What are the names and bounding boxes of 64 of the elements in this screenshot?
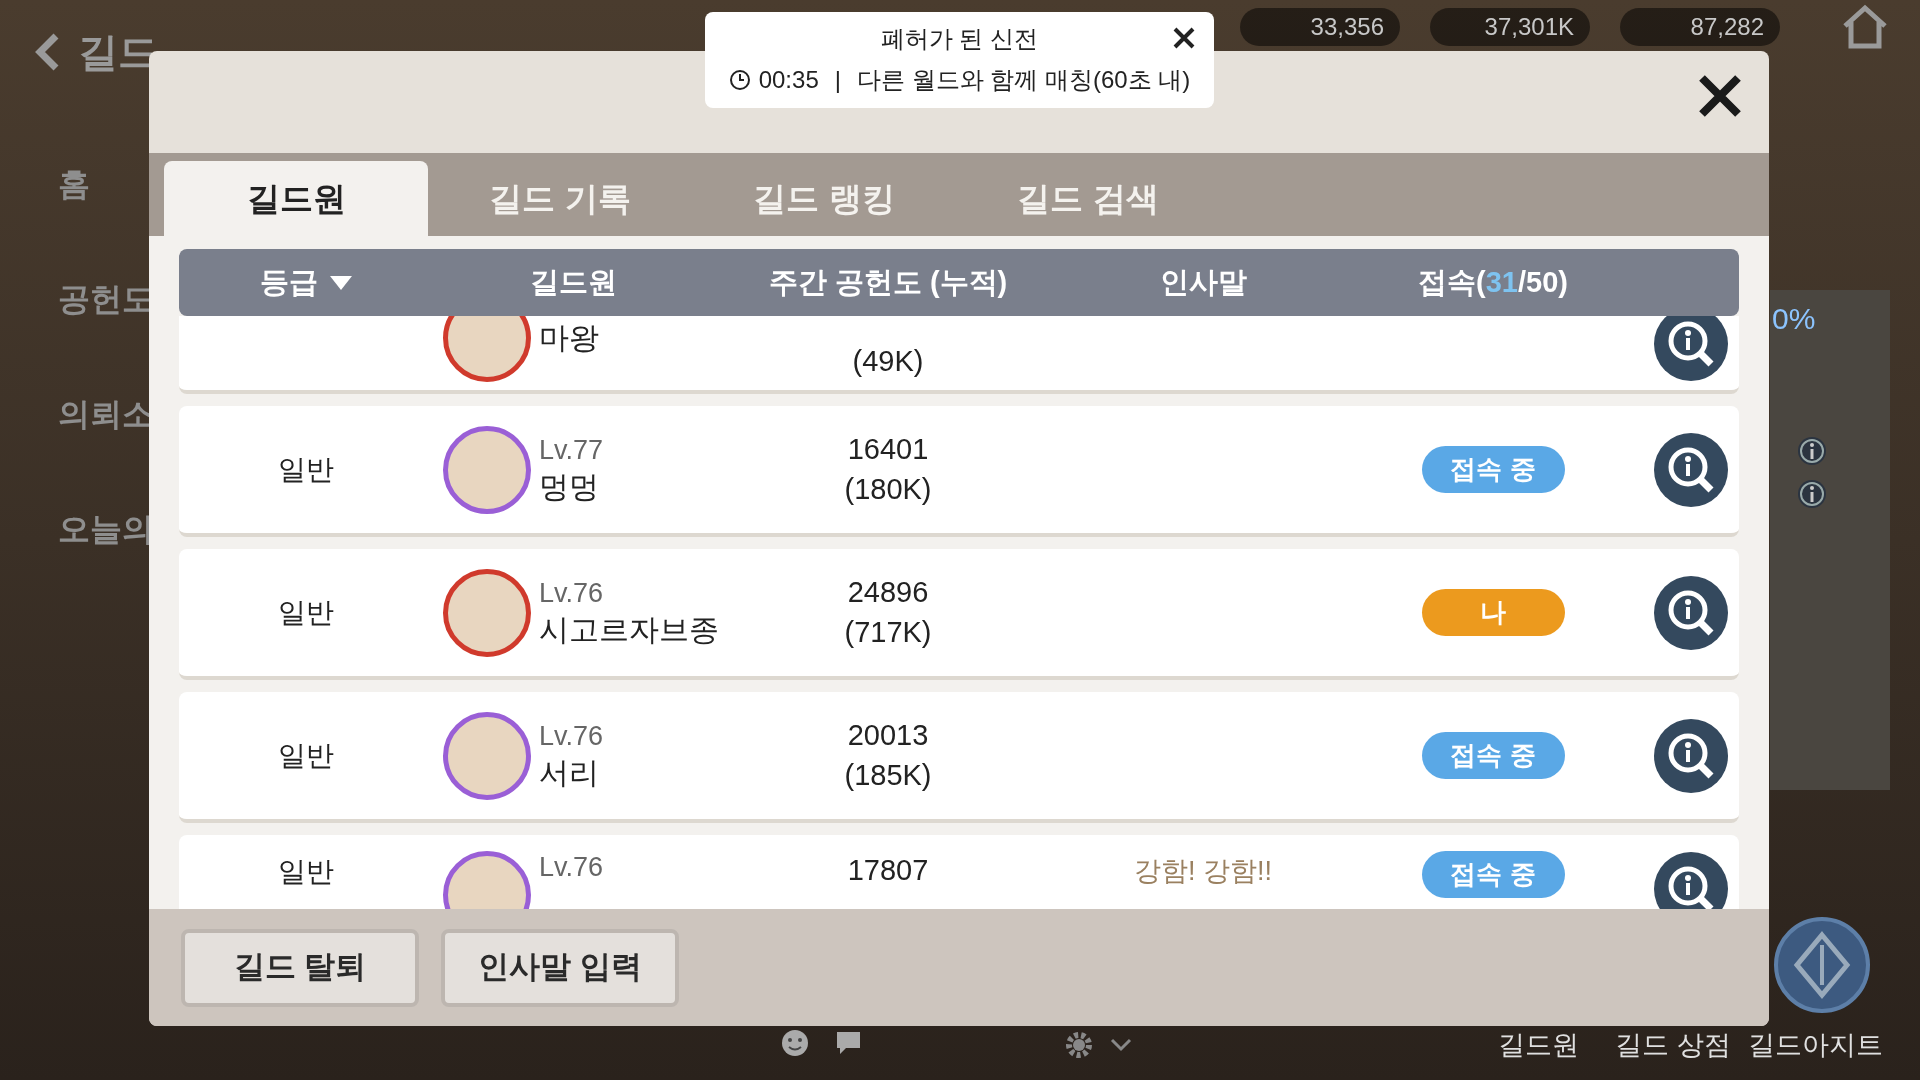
clock-icon: [728, 69, 751, 91]
separator-text: |: [833, 65, 842, 95]
weekly-contribution: 24896: [847, 574, 929, 610]
online-badge: 접속 중: [1421, 446, 1565, 493]
sort-caret-icon[interactable]: [330, 275, 352, 290]
currency-counter: 33,356: [1240, 8, 1400, 46]
member-row[interactable]: 일반 Lv.77 멍멍 16401 (180K) 접속 중: [179, 406, 1739, 537]
inspect-icon[interactable]: [1653, 717, 1729, 794]
inspect-icon[interactable]: [1653, 431, 1729, 508]
member-grade: 일반: [278, 738, 334, 773]
bottom-nav-item[interactable]: 길드원: [1498, 1025, 1579, 1066]
info-icon[interactable]: [1796, 478, 1828, 510]
member-row[interactable]: 일반 Lv.76 시고르자브종 24896 (717K) 나: [179, 549, 1739, 680]
member-level: Lv.76: [539, 851, 604, 884]
bottom-nav-item[interactable]: 길드 상점: [1615, 1025, 1731, 1066]
notice-message: 다른 월드와 함께 매칭(60초 내): [856, 65, 1191, 95]
column-header[interactable]: 등급: [260, 260, 318, 305]
member-level: Lv.76: [539, 576, 605, 610]
column-header: 인사말: [1159, 264, 1247, 300]
action-button[interactable]: 인사말 입력: [441, 928, 679, 1007]
member-name: 서리: [539, 754, 600, 791]
online-badge: 접속 중: [1421, 732, 1565, 779]
total-contribution: (717K): [844, 614, 932, 650]
countdown-timer: 00:35: [758, 65, 819, 95]
greeting-text: 강함! 강함!!: [1134, 855, 1272, 888]
member-grade: 일반: [278, 452, 334, 487]
currency-counter: 37,301K: [1430, 8, 1590, 46]
member-level: Lv.77: [539, 433, 604, 467]
page-title: 길드: [78, 29, 158, 76]
member-name: 마왕: [539, 320, 599, 357]
member-row[interactable]: 일반 Lv.76 17807 강함! 강함!! 접속 중: [179, 835, 1739, 909]
member-grade: 일반: [278, 855, 334, 889]
member-name: 멍멍: [539, 468, 600, 505]
member-name: 시고르자브종: [539, 611, 719, 648]
emblem-icon[interactable]: [1772, 915, 1872, 1015]
close-icon[interactable]: [1172, 26, 1196, 50]
inspect-icon[interactable]: [1653, 316, 1729, 382]
column-header: 접속(31/50): [1418, 264, 1568, 300]
info-icon[interactable]: [1796, 435, 1828, 467]
member-row[interactable]: 마왕 (49K): [179, 316, 1739, 394]
settings-icon[interactable]: [1064, 1030, 1094, 1060]
column-header: 주간 공헌도 (누적): [768, 264, 1008, 300]
notice-title: 폐허가 된 신전: [880, 24, 1039, 54]
member-grade: 일반: [278, 595, 334, 630]
member-level: Lv.76: [539, 719, 604, 753]
weekly-contribution: 17807: [847, 853, 929, 888]
total-contribution: (180K): [844, 471, 932, 507]
total-contribution: (49K): [852, 344, 924, 380]
progress-text: 0%: [1772, 301, 1816, 337]
weekly-contribution: 16401: [847, 431, 929, 467]
caret-icon[interactable]: [1110, 1038, 1132, 1052]
currency-counter: 87,282: [1620, 8, 1780, 46]
online-badge: 접속 중: [1421, 851, 1565, 898]
total-contribution: (185K): [844, 757, 932, 793]
bottom-nav-item[interactable]: 길드아지트: [1748, 1025, 1883, 1066]
action-button[interactable]: 길드 탈퇴: [181, 928, 419, 1007]
member-row[interactable]: 일반 Lv.76 서리 20013 (185K) 접속 중: [179, 692, 1739, 823]
smiley-icon[interactable]: [780, 1028, 810, 1058]
weekly-contribution: 20013: [847, 717, 929, 753]
close-icon[interactable]: [1697, 73, 1743, 119]
me-badge: 나: [1421, 589, 1565, 636]
tab[interactable]: 길드원: [164, 161, 428, 236]
column-header: 길드원: [529, 264, 617, 300]
inspect-icon[interactable]: [1653, 574, 1729, 651]
